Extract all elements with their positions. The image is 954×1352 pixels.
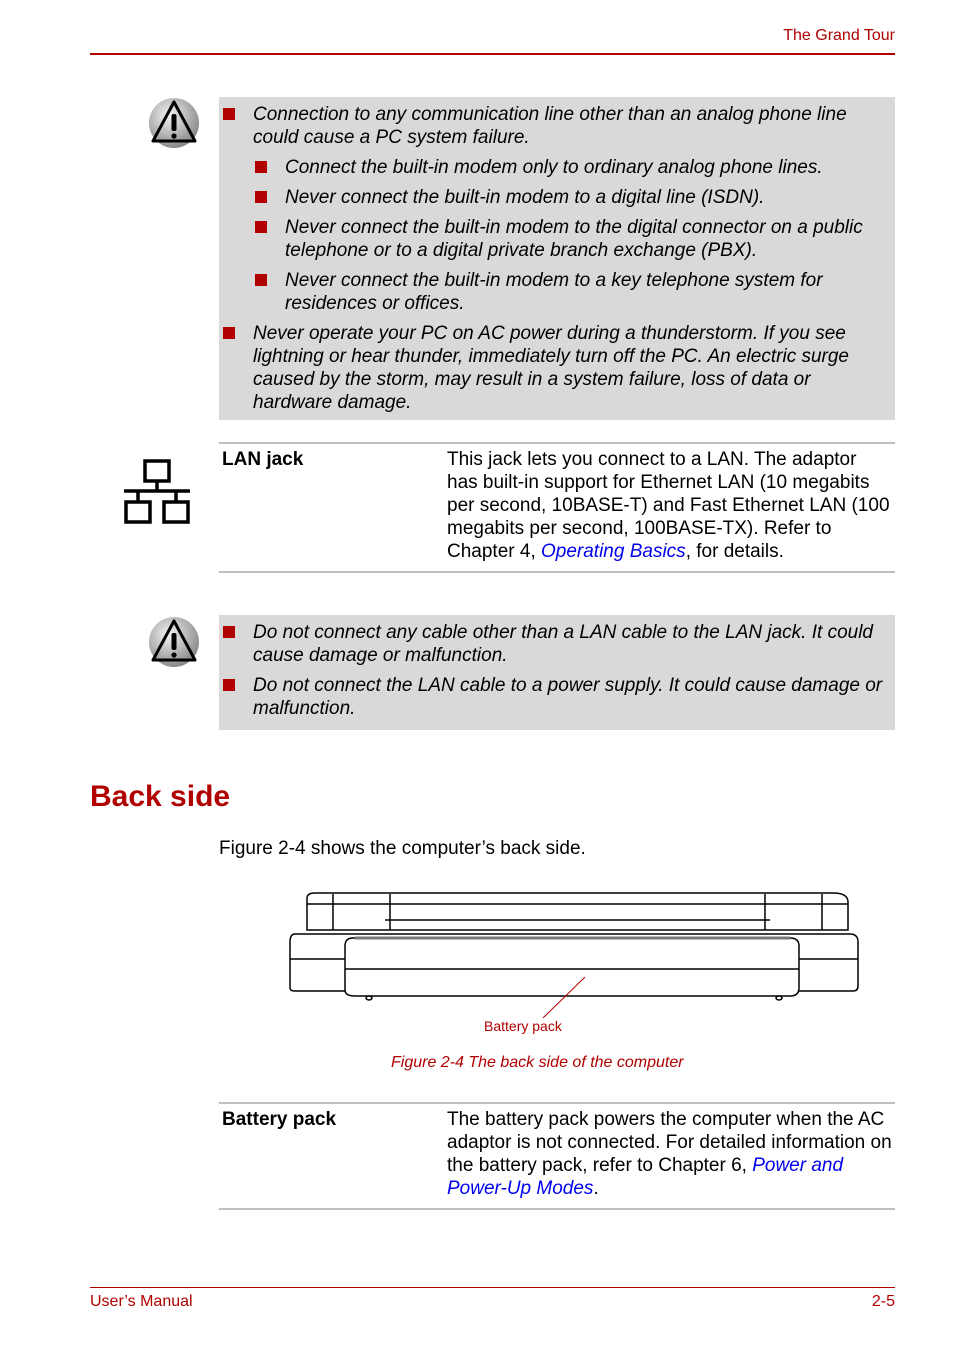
lan-jack-term: LAN jack (222, 449, 304, 470)
section-title: Back side (90, 780, 231, 813)
caution-bullet: Connection to any communication line oth… (219, 103, 887, 149)
footer-rule (90, 1287, 895, 1288)
battery-pack-callout: Battery pack (484, 1018, 562, 1034)
caution-box-lan: Do not connect any cable other than a LA… (219, 615, 895, 730)
caution-list: Do not connect any cable other than a LA… (219, 621, 887, 720)
lan-jack-row: LAN jack This jack lets you connect to a… (219, 442, 895, 573)
caution-box-modem: Connection to any communication line oth… (219, 97, 895, 420)
figure-caption: Figure 2-4 The back side of the computer (391, 1054, 684, 1071)
caution-bullet: Never connect the built-in modem to a di… (219, 186, 887, 209)
caution-bullet: Connect the built-in modem only to ordin… (219, 156, 887, 179)
warning-icon (148, 97, 200, 149)
battery-pack-description: The battery pack powers the computer whe… (447, 1108, 892, 1200)
running-header: The Grand Tour (783, 27, 895, 44)
lan-jack-description: This jack lets you connect to a LAN. The… (447, 448, 892, 563)
warning-icon (148, 616, 200, 668)
caution-bullet: Do not connect the LAN cable to a power … (219, 674, 887, 720)
caution-list: Connection to any communication line oth… (219, 103, 887, 414)
back-side-figure (285, 890, 865, 1025)
battery-pack-row: Battery pack The battery pack powers the… (219, 1102, 895, 1210)
intro-paragraph: Figure 2-4 shows the computer’s back sid… (219, 838, 586, 859)
lan-desc-tail: , for details. (685, 541, 784, 562)
operating-basics-link[interactable]: Operating Basics (541, 541, 686, 562)
page-number: 2-5 (871, 1293, 895, 1310)
caution-bullet: Never connect the built-in modem to the … (219, 216, 887, 262)
caution-bullet: Never operate your PC on AC power during… (219, 322, 887, 414)
battery-desc-tail: . (593, 1178, 599, 1199)
caution-bullet: Do not connect any cable other than a LA… (219, 621, 887, 667)
network-icon (122, 458, 192, 531)
header-rule (90, 53, 895, 55)
footer-manual-title: User’s Manual (90, 1293, 193, 1310)
battery-pack-term: Battery pack (222, 1109, 337, 1130)
caution-bullet: Never connect the built-in modem to a ke… (219, 269, 887, 315)
